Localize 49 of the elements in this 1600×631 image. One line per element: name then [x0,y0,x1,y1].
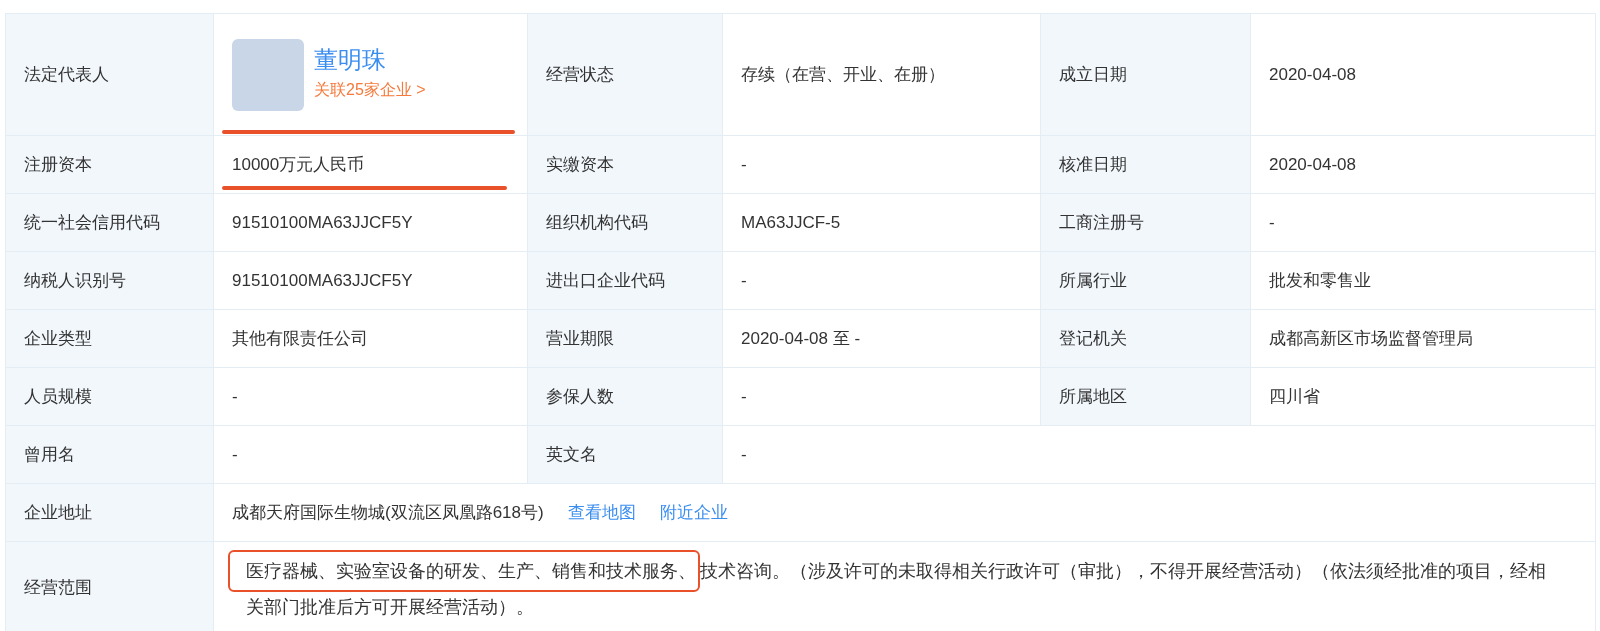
field-label: 参保人数 [546,386,614,406]
field-value: MA63JJCF-5 [741,212,841,232]
field-value: - [741,444,747,464]
field-label: 进出口企业代码 [546,270,665,290]
field-label: 工商注册号 [1059,212,1144,232]
related-companies-link[interactable]: 关联25家企业 > [314,77,426,102]
field-value: 存续（在营、开业、在册） [741,64,945,84]
address-text: 成都天府国际生物城(双流区凤凰路618号) [232,501,544,524]
field-label: 实缴资本 [546,154,614,174]
field-value: - [741,154,747,174]
field-label: 所属行业 [1059,270,1127,290]
field-value: - [232,386,238,406]
map-link[interactable]: 查看地图 [567,499,636,526]
field-label: 人员规模 [24,386,92,406]
field-value: - [741,386,747,406]
field-value: - [741,270,747,290]
field-value: 10000万元人民币 [232,154,365,174]
highlight-box: 医疗器械、实验室设备的研发、生产、销售和技术服务、 [228,550,700,592]
field-label: 经营范围 [24,577,92,597]
map-link[interactable]: 附近企业 [659,499,728,526]
field-label: 成立日期 [1059,64,1127,84]
field-label: 统一社会信用代码 [24,212,160,232]
field-value: 批发和零售业 [1269,270,1371,290]
field-value: - [1269,212,1275,232]
field-label: 经营状态 [546,64,614,84]
field-label: 所属地区 [1059,386,1127,406]
field-value: - [232,444,238,464]
field-value: 四川省 [1269,386,1320,406]
field-label: 企业地址 [24,502,92,522]
field-label: 组织机构代码 [546,212,648,232]
field-value: 91510100MA63JJCF5Y [232,270,413,290]
field-label: 纳税人识别号 [24,270,126,290]
field-value: 2020-04-08 至 - [741,328,861,348]
field-label: 曾用名 [24,444,75,464]
field-value: 其他有限责任公司 [232,328,368,348]
field-value: 2020-04-08 [1269,154,1356,174]
field-value: 2020-04-08 [1269,64,1356,84]
scope-text: 技术咨询。（涉及许可的未取得相关行政许可（审批），不得开展经营活动）（依法须经批准的项目，经相 [700,560,1546,583]
field-label: 注册资本 [24,154,92,174]
field-label: 法定代表人 [24,64,109,84]
scope-text: 关部门批准后方可开展经营活动）。 [245,596,535,619]
field-label: 企业类型 [24,328,92,348]
field-label: 核准日期 [1059,154,1127,174]
field-value: 91510100MA63JJCF5Y [232,212,413,232]
person-name-link[interactable]: 董明珠 [314,47,426,72]
field-label: 营业期限 [546,328,614,348]
field-label: 登记机关 [1059,328,1127,348]
field-value: 成都高新区市场监督管理局 [1269,328,1473,348]
field-label: 英文名 [546,444,597,464]
